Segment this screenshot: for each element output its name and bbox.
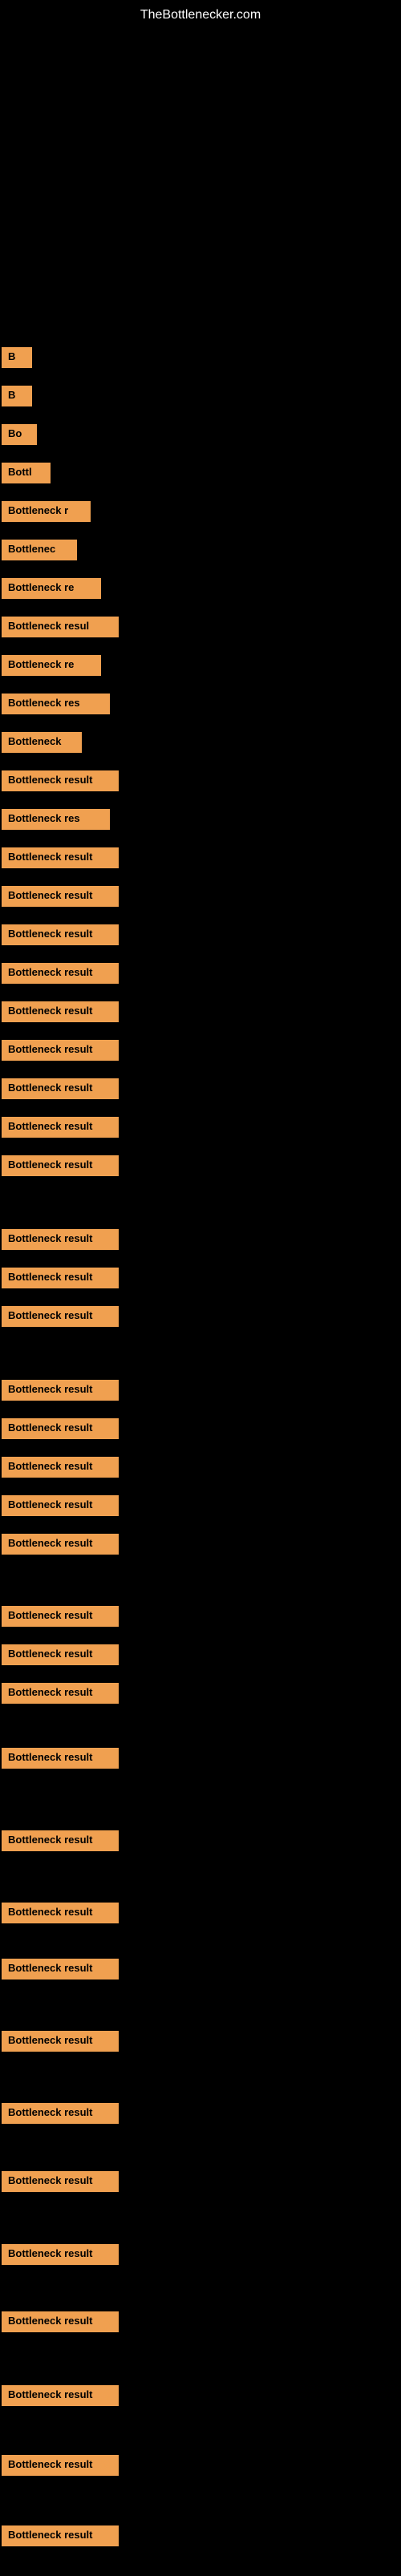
- bottleneck-bar: Bottleneck result: [2, 1830, 119, 1851]
- bottleneck-bar: Bottleneck result: [2, 1078, 119, 1099]
- bottleneck-bar: Bottleneck result: [2, 886, 119, 907]
- bottleneck-bar: Bottleneck result: [2, 1155, 119, 1176]
- bottleneck-bar: Bottleneck result: [2, 1306, 119, 1327]
- bottleneck-bar: Bottleneck re: [2, 655, 101, 676]
- bottleneck-bar: Bottleneck result: [2, 1229, 119, 1250]
- bottleneck-bar: Bottleneck result: [2, 2455, 119, 2476]
- bottleneck-bar: Bottleneck: [2, 732, 82, 753]
- bottleneck-bar: Bottleneck result: [2, 1268, 119, 1288]
- bottleneck-bar: Bottleneck result: [2, 1418, 119, 1439]
- bottleneck-bar: Bottleneck result: [2, 1117, 119, 1138]
- bottleneck-bar: B: [2, 347, 32, 368]
- bottleneck-bar: Bottleneck result: [2, 1903, 119, 1923]
- bottleneck-bar: Bottleneck result: [2, 847, 119, 868]
- bottleneck-bar: Bottleneck re: [2, 578, 101, 599]
- bottleneck-bar: Bottleneck result: [2, 2385, 119, 2406]
- bottleneck-bar: Bottleneck result: [2, 2525, 119, 2546]
- bottleneck-bar: Bo: [2, 424, 37, 445]
- bottleneck-bar: Bottleneck result: [2, 2171, 119, 2192]
- bottleneck-bar: Bottleneck result: [2, 2311, 119, 2332]
- bottleneck-bar: Bottleneck resul: [2, 617, 119, 637]
- bottleneck-bar: Bottleneck result: [2, 1001, 119, 1022]
- bottleneck-bar: Bottleneck result: [2, 2031, 119, 2052]
- bottleneck-bar: Bottleneck result: [2, 1380, 119, 1401]
- bottleneck-bar: Bottl: [2, 463, 51, 483]
- bottleneck-bar: Bottleneck result: [2, 1644, 119, 1665]
- bottleneck-bar: B: [2, 386, 32, 406]
- bottleneck-bar: Bottleneck result: [2, 1959, 119, 1980]
- bottleneck-bar: Bottleneck result: [2, 1606, 119, 1627]
- bottleneck-bar: Bottleneck result: [2, 1040, 119, 1061]
- bottleneck-bar: Bottleneck r: [2, 501, 91, 522]
- bottleneck-bar: Bottleneck result: [2, 1748, 119, 1769]
- bottleneck-bar: Bottleneck result: [2, 1457, 119, 1478]
- bottleneck-bar: Bottleneck result: [2, 2103, 119, 2124]
- bottleneck-bar: Bottleneck result: [2, 924, 119, 945]
- bottleneck-bar: Bottleneck result: [2, 963, 119, 984]
- bottleneck-bar: Bottleneck result: [2, 1534, 119, 1555]
- bottleneck-bar: Bottleneck res: [2, 694, 110, 714]
- bottleneck-bar: Bottlenec: [2, 540, 77, 560]
- bottleneck-bar: Bottleneck result: [2, 2244, 119, 2265]
- bottleneck-bar: Bottleneck result: [2, 770, 119, 791]
- bottleneck-bar: Bottleneck result: [2, 1683, 119, 1704]
- bottleneck-bar: Bottleneck result: [2, 1495, 119, 1516]
- bottleneck-bar: Bottleneck res: [2, 809, 110, 830]
- site-title: TheBottlenecker.com: [0, 0, 401, 26]
